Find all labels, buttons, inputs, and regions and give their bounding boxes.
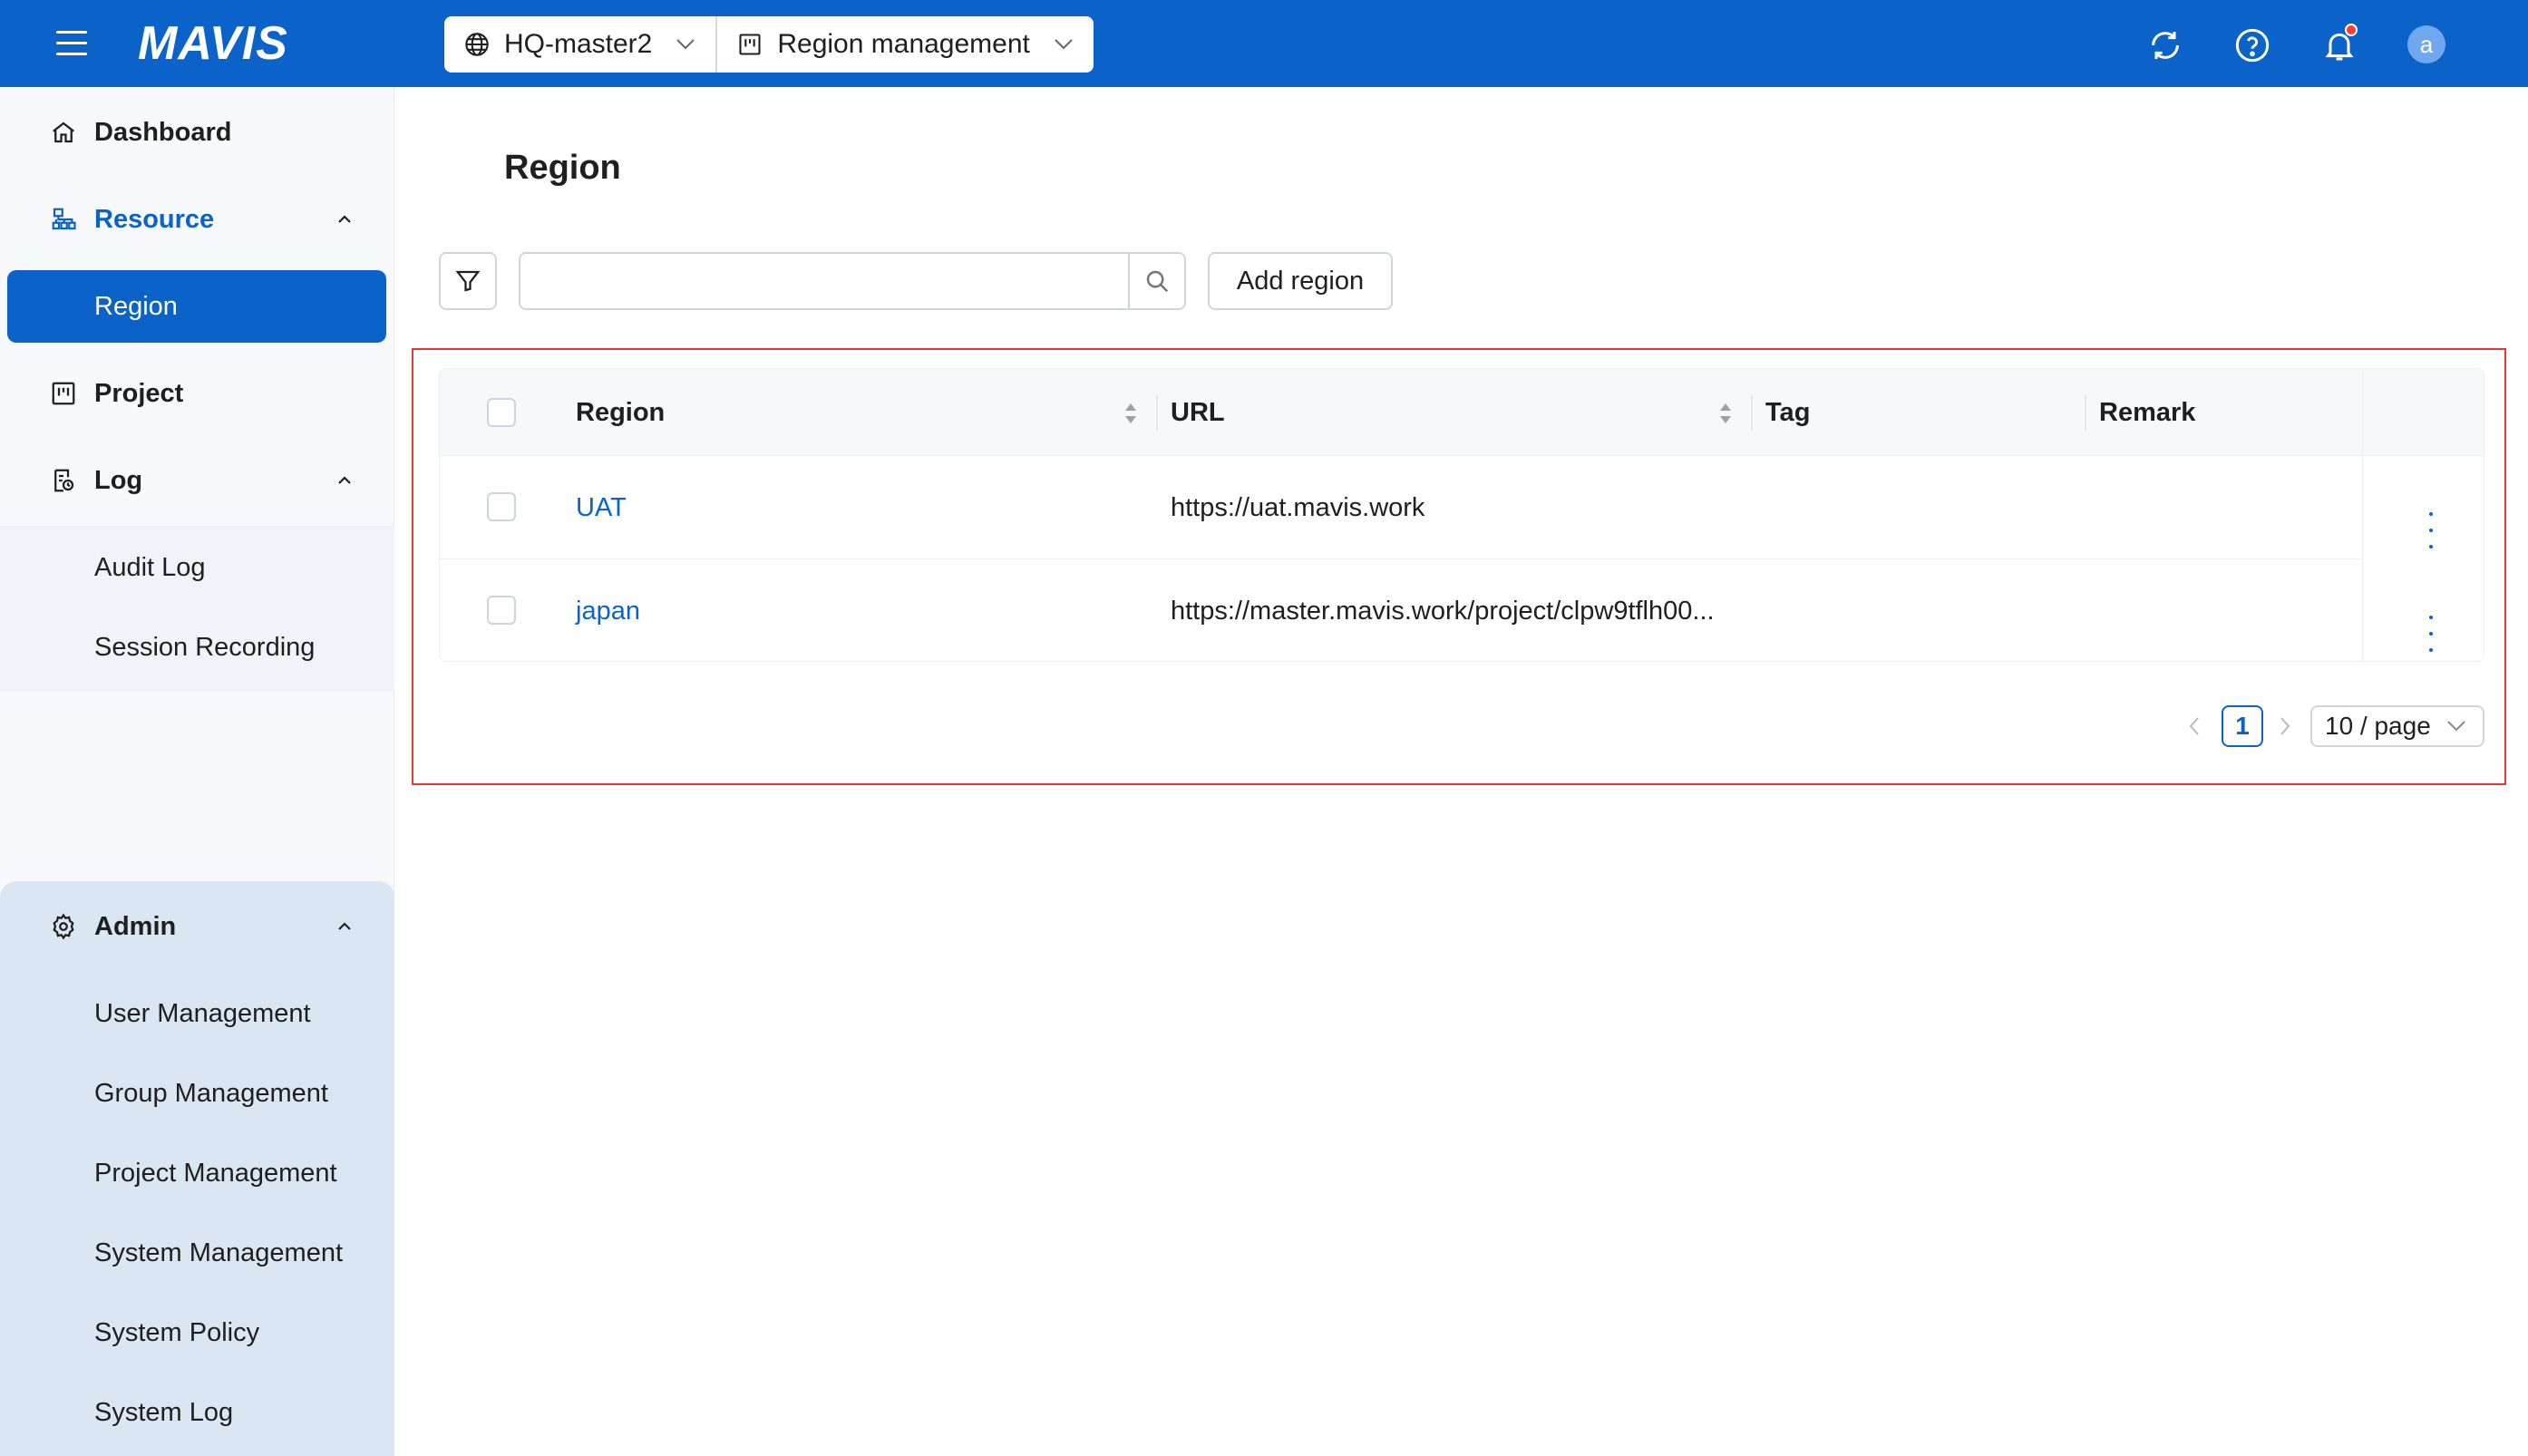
sidebar-item-system-log[interactable]: System Log: [0, 1376, 394, 1449]
sidebar-item-dashboard[interactable]: Dashboard: [0, 96, 394, 169]
region-selector-value: HQ-master2: [504, 29, 653, 59]
sort-icon[interactable]: [1123, 402, 1138, 425]
log-icon: [49, 466, 78, 495]
home-icon: [49, 118, 78, 147]
search-input[interactable]: [520, 254, 1128, 308]
region-link[interactable]: UAT: [576, 456, 627, 559]
region-selector[interactable]: HQ-master2: [444, 16, 715, 73]
row-checkbox[interactable]: [487, 492, 516, 521]
sidebar-item-audit-log[interactable]: Audit Log: [0, 531, 394, 604]
page-size-select[interactable]: 10 / page: [2310, 705, 2484, 747]
select-all-checkbox[interactable]: [487, 398, 516, 427]
refresh-icon[interactable]: [2147, 27, 2183, 63]
add-region-button[interactable]: Add region: [1208, 252, 1393, 310]
chevron-up-icon: [334, 209, 355, 230]
avatar[interactable]: a: [2407, 25, 2445, 63]
region-url: https://uat.mavis.work: [1171, 492, 1425, 522]
filter-icon: [455, 270, 481, 292]
table-header: Region URL Tag Remark: [440, 369, 2484, 456]
next-page-icon[interactable]: [2274, 705, 2296, 747]
chevron-up-icon: [334, 470, 355, 491]
bell-icon[interactable]: [2321, 24, 2358, 63]
column-header-remark: Remark: [2099, 397, 2196, 427]
gear-icon: [49, 912, 78, 941]
context-selectors: HQ-master2 Region management: [444, 16, 1094, 73]
more-actions-icon[interactable]: [2422, 616, 2440, 652]
sidebar: Dashboard Resource Region Project Log Au…: [0, 87, 394, 1456]
table-row: UAT https://uat.mavis.work: [440, 456, 2484, 559]
search-box: [519, 252, 1186, 310]
column-divider: [1156, 394, 1158, 431]
filter-button[interactable]: [439, 252, 497, 310]
sidebar-item-group-management[interactable]: Group Management: [0, 1057, 394, 1130]
column-divider: [1751, 394, 1753, 431]
help-icon[interactable]: [2234, 27, 2270, 63]
chevron-up-icon: [334, 916, 355, 937]
search-icon: [1146, 270, 1169, 293]
row-checkbox[interactable]: [487, 596, 516, 625]
column-header-url: URL: [1171, 397, 1225, 427]
globe-icon: [464, 32, 490, 57]
region-url: https://master.mavis.work/project/clpw9t…: [1171, 596, 1715, 626]
board-icon: [737, 32, 763, 57]
more-actions-icon[interactable]: [2422, 512, 2440, 548]
chevron-down-icon: [676, 38, 695, 51]
sidebar-item-admin[interactable]: Admin: [0, 890, 394, 963]
search-button[interactable]: [1128, 254, 1184, 308]
chevron-down-icon: [2446, 720, 2466, 733]
column-divider: [2085, 394, 2086, 431]
hierarchy-icon: [49, 205, 78, 234]
top-bar: MAVIS HQ-master2 Region management a: [0, 0, 2528, 87]
region-link[interactable]: japan: [576, 559, 640, 661]
prev-page-icon[interactable]: [2183, 705, 2205, 747]
app-logo: MAVIS: [138, 17, 288, 70]
admin-section: Admin User Management Group Management P…: [0, 881, 394, 1456]
sidebar-item-system-policy[interactable]: System Policy: [0, 1296, 394, 1369]
notification-dot: [2345, 24, 2358, 36]
column-header-region: Region: [576, 397, 666, 427]
region-table: Region URL Tag Remark UAT https://uat.ma…: [439, 368, 2484, 662]
sidebar-item-region[interactable]: Region: [7, 270, 386, 343]
sidebar-item-system-management[interactable]: System Management: [0, 1217, 394, 1289]
table-row: japan https://master.mavis.work/project/…: [440, 559, 2484, 661]
menu-icon[interactable]: [56, 31, 87, 56]
module-selector[interactable]: Region management: [715, 16, 1094, 73]
page-title: Region: [504, 149, 621, 187]
sidebar-item-user-management[interactable]: User Management: [0, 977, 394, 1050]
module-selector-value: Region management: [777, 29, 1030, 59]
sidebar-item-log[interactable]: Log: [0, 444, 394, 517]
board-icon: [49, 379, 78, 408]
sidebar-item-project[interactable]: Project: [0, 357, 394, 430]
sidebar-item-session-recording[interactable]: Session Recording: [0, 611, 394, 684]
actions-header: [2363, 369, 2484, 456]
sort-icon[interactable]: [1718, 402, 1733, 425]
sidebar-item-resource[interactable]: Resource: [0, 183, 394, 256]
chevron-down-icon: [1054, 38, 1074, 51]
page-number-current[interactable]: 1: [2222, 705, 2263, 747]
column-header-tag: Tag: [1765, 397, 1811, 427]
page-size-value: 10 / page: [2325, 712, 2431, 740]
sidebar-item-project-management[interactable]: Project Management: [0, 1137, 394, 1209]
